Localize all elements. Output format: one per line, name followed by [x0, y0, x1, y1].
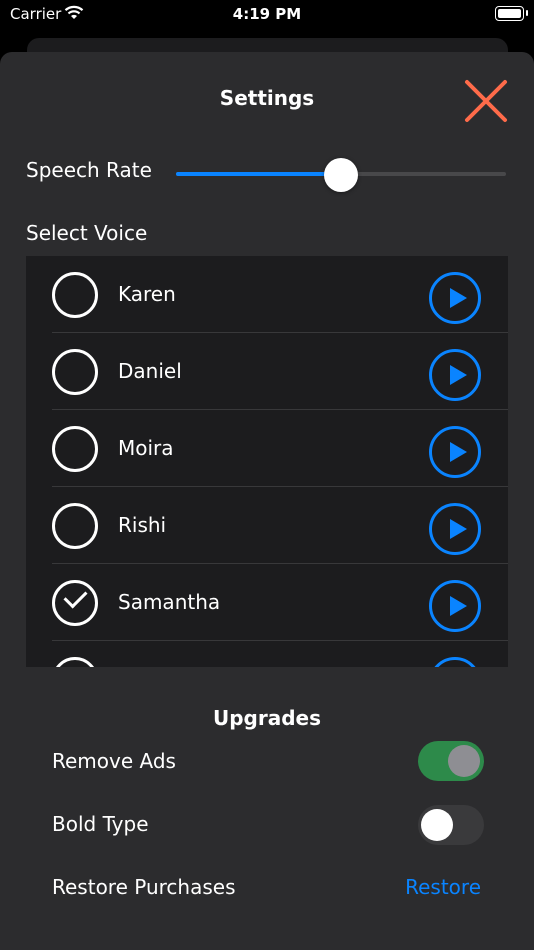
- radio-checked-icon[interactable]: [52, 580, 98, 626]
- battery-icon: [495, 6, 528, 21]
- voice-name: Samantha: [118, 590, 221, 614]
- speech-rate-slider[interactable]: [176, 158, 506, 192]
- close-button[interactable]: [463, 78, 509, 124]
- upgrades-heading: Upgrades: [212, 706, 322, 730]
- play-icon[interactable]: [429, 349, 481, 401]
- bold-type-toggle[interactable]: [418, 805, 484, 845]
- play-icon[interactable]: [429, 503, 481, 555]
- voice-row[interactable]: Karen: [26, 256, 508, 333]
- play-icon[interactable]: [429, 657, 481, 667]
- voice-name: Rishi: [118, 513, 167, 537]
- bold-type-label: Bold Type: [52, 812, 149, 836]
- play-icon[interactable]: [429, 426, 481, 478]
- voice-row[interactable]: Moira: [26, 410, 508, 487]
- radio-unchecked-icon[interactable]: [52, 426, 98, 472]
- toggle-knob: [448, 745, 480, 777]
- radio-unchecked-icon[interactable]: [52, 272, 98, 318]
- radio-unchecked-icon[interactable]: [52, 657, 98, 667]
- slider-fill: [176, 172, 341, 176]
- select-voice-label: Select Voice: [26, 221, 148, 245]
- voice-name: Daniel: [118, 359, 182, 383]
- close-icon: [465, 80, 507, 122]
- radio-unchecked-icon[interactable]: [52, 503, 98, 549]
- remove-ads-label: Remove Ads: [52, 749, 176, 773]
- restore-purchases-label: Restore Purchases: [52, 875, 236, 899]
- checkmark-icon: [63, 584, 88, 609]
- voice-name: Karen: [118, 282, 176, 306]
- remove-ads-toggle[interactable]: [418, 741, 484, 781]
- radio-unchecked-icon[interactable]: [52, 349, 98, 395]
- restore-button[interactable]: Restore: [405, 875, 481, 899]
- voice-row[interactable]: Rishi: [26, 487, 508, 564]
- status-bar: Carrier 4:19 PM: [0, 0, 534, 30]
- status-time: 4:19 PM: [232, 5, 302, 23]
- voice-name: Moira: [118, 436, 174, 460]
- play-icon[interactable]: [429, 272, 481, 324]
- play-icon[interactable]: [429, 580, 481, 632]
- slider-thumb[interactable]: [324, 158, 358, 192]
- voice-row[interactable]: [26, 641, 508, 667]
- voice-row[interactable]: Daniel: [26, 333, 508, 410]
- speech-rate-label: Speech Rate: [26, 158, 152, 182]
- page-title: Settings: [219, 86, 315, 110]
- voice-list[interactable]: Karen Daniel Moira Rishi Samantha: [26, 256, 508, 667]
- voice-row[interactable]: Samantha: [26, 564, 508, 641]
- toggle-knob: [421, 809, 453, 841]
